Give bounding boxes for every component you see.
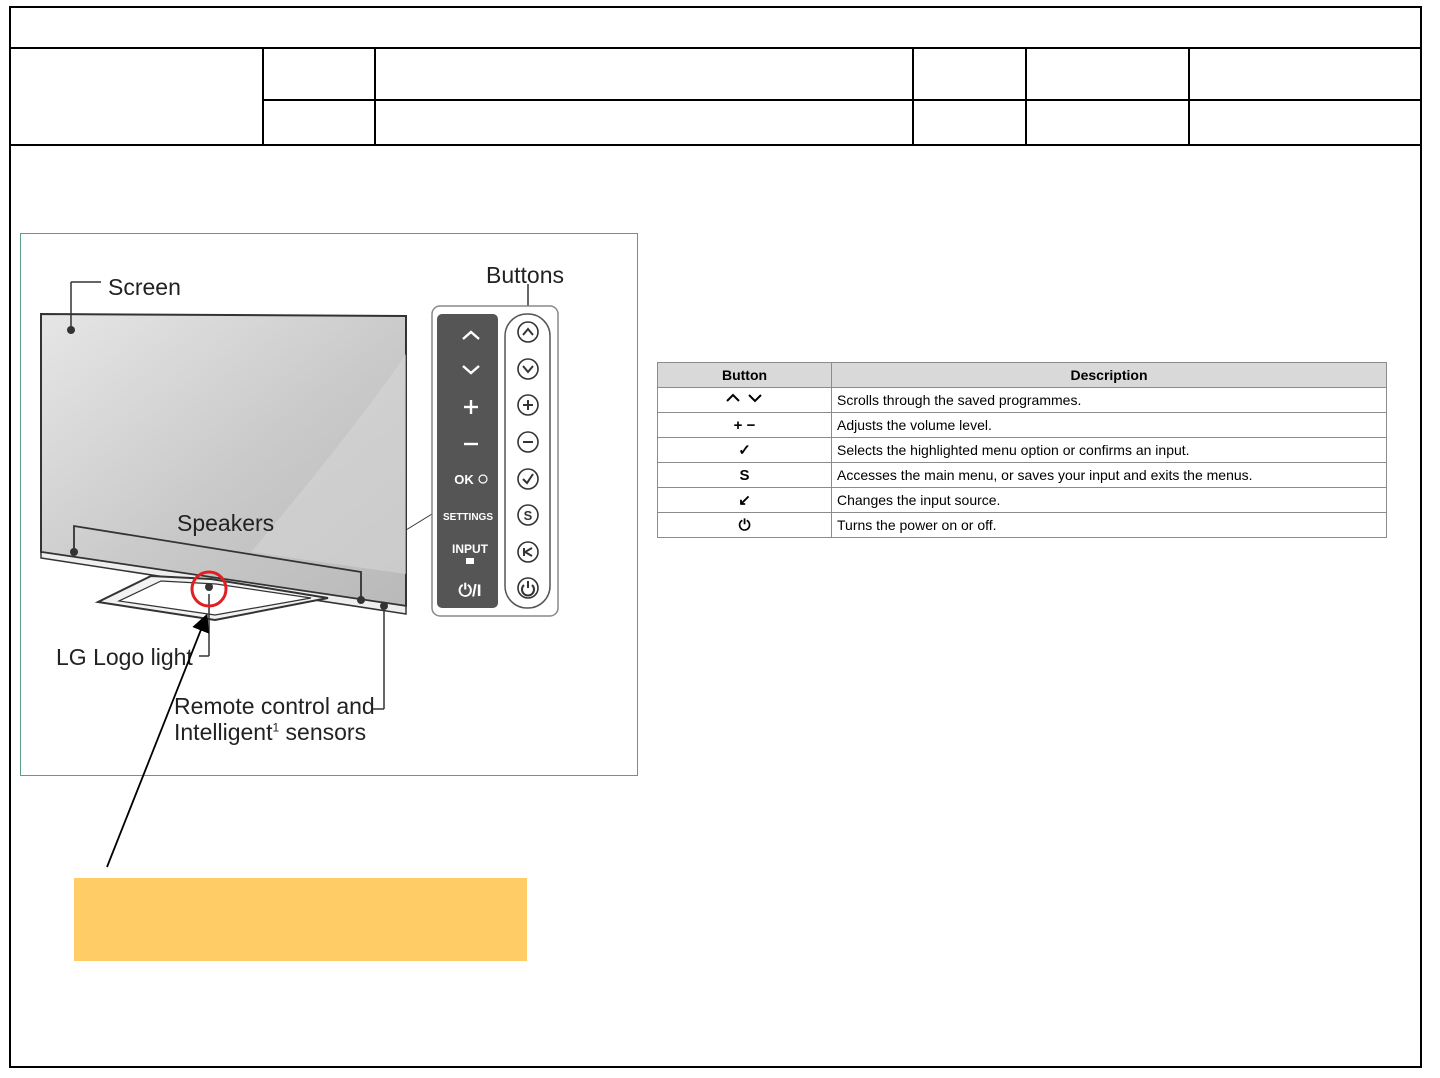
table-row: S Accesses the main menu, or saves your … [657, 462, 1387, 488]
header-rule-mid [263, 99, 1422, 101]
table-header-row: Button Description [657, 362, 1387, 388]
svg-text:⏻/I: ⏻/I [459, 581, 482, 600]
sensors-label-line1: Remote control and [174, 693, 375, 719]
svg-text:INPUT: INPUT [452, 542, 489, 556]
buttons-label: Buttons [486, 262, 564, 288]
table-row: ✓ Selects the highlighted menu option or… [657, 437, 1387, 463]
up-down-arrows-icon [657, 387, 832, 413]
header-col-divider-1 [262, 47, 264, 146]
sensors-label-tail: sensors [279, 719, 367, 745]
row-description: Accesses the main menu, or saves your in… [831, 462, 1387, 488]
svg-text:S: S [524, 508, 533, 523]
power-icon: ⏻ [657, 512, 832, 538]
table-row: ⏻ Turns the power on or off. [657, 512, 1387, 538]
row-description: Scrolls through the saved programmes. [831, 387, 1387, 413]
logo-light-label: LG Logo light [56, 644, 193, 670]
header-col-divider-5 [1188, 47, 1190, 146]
input-arrow-icon: ↙ [657, 487, 832, 513]
table-row: ↙ Changes the input source. [657, 487, 1387, 513]
table-row: + − Adjusts the volume level. [657, 412, 1387, 438]
header-rule-bottom [9, 144, 1422, 146]
row-description: Selects the highlighted menu option or c… [831, 437, 1387, 463]
row-description: Adjusts the volume level. [831, 412, 1387, 438]
column-header-description: Description [831, 362, 1387, 388]
speakers-label: Speakers [177, 510, 275, 536]
sensors-label-intelligent: Intelligent [174, 719, 273, 745]
svg-text:OK: OK [454, 472, 474, 487]
row-description: Turns the power on or off. [831, 512, 1387, 538]
up-down-arrows-icon-graphic [725, 393, 762, 403]
plus-minus-icon: + − [657, 412, 832, 438]
header-col-divider-3 [912, 47, 914, 146]
table-row: Scrolls through the saved programmes. [657, 387, 1387, 413]
header-rule-top [9, 47, 1422, 49]
button-description-table: Button Description Scrolls through the s… [657, 362, 1387, 538]
column-header-button: Button [657, 362, 832, 388]
svg-text:SETTINGS: SETTINGS [443, 512, 493, 523]
sensors-label-line2: Intelligent1 sensors [174, 719, 366, 746]
check-icon: ✓ [657, 437, 832, 463]
header-col-divider-2 [374, 47, 376, 146]
settings-s-icon: S [657, 462, 832, 488]
header-col-divider-4 [1025, 47, 1027, 146]
tv-diagram: S OK SETTINGS INPUT ⏻/I Screen Buttons S… [20, 233, 638, 776]
row-description: Changes the input source. [831, 487, 1387, 513]
callout-box [74, 878, 527, 961]
screen-label: Screen [108, 274, 181, 300]
